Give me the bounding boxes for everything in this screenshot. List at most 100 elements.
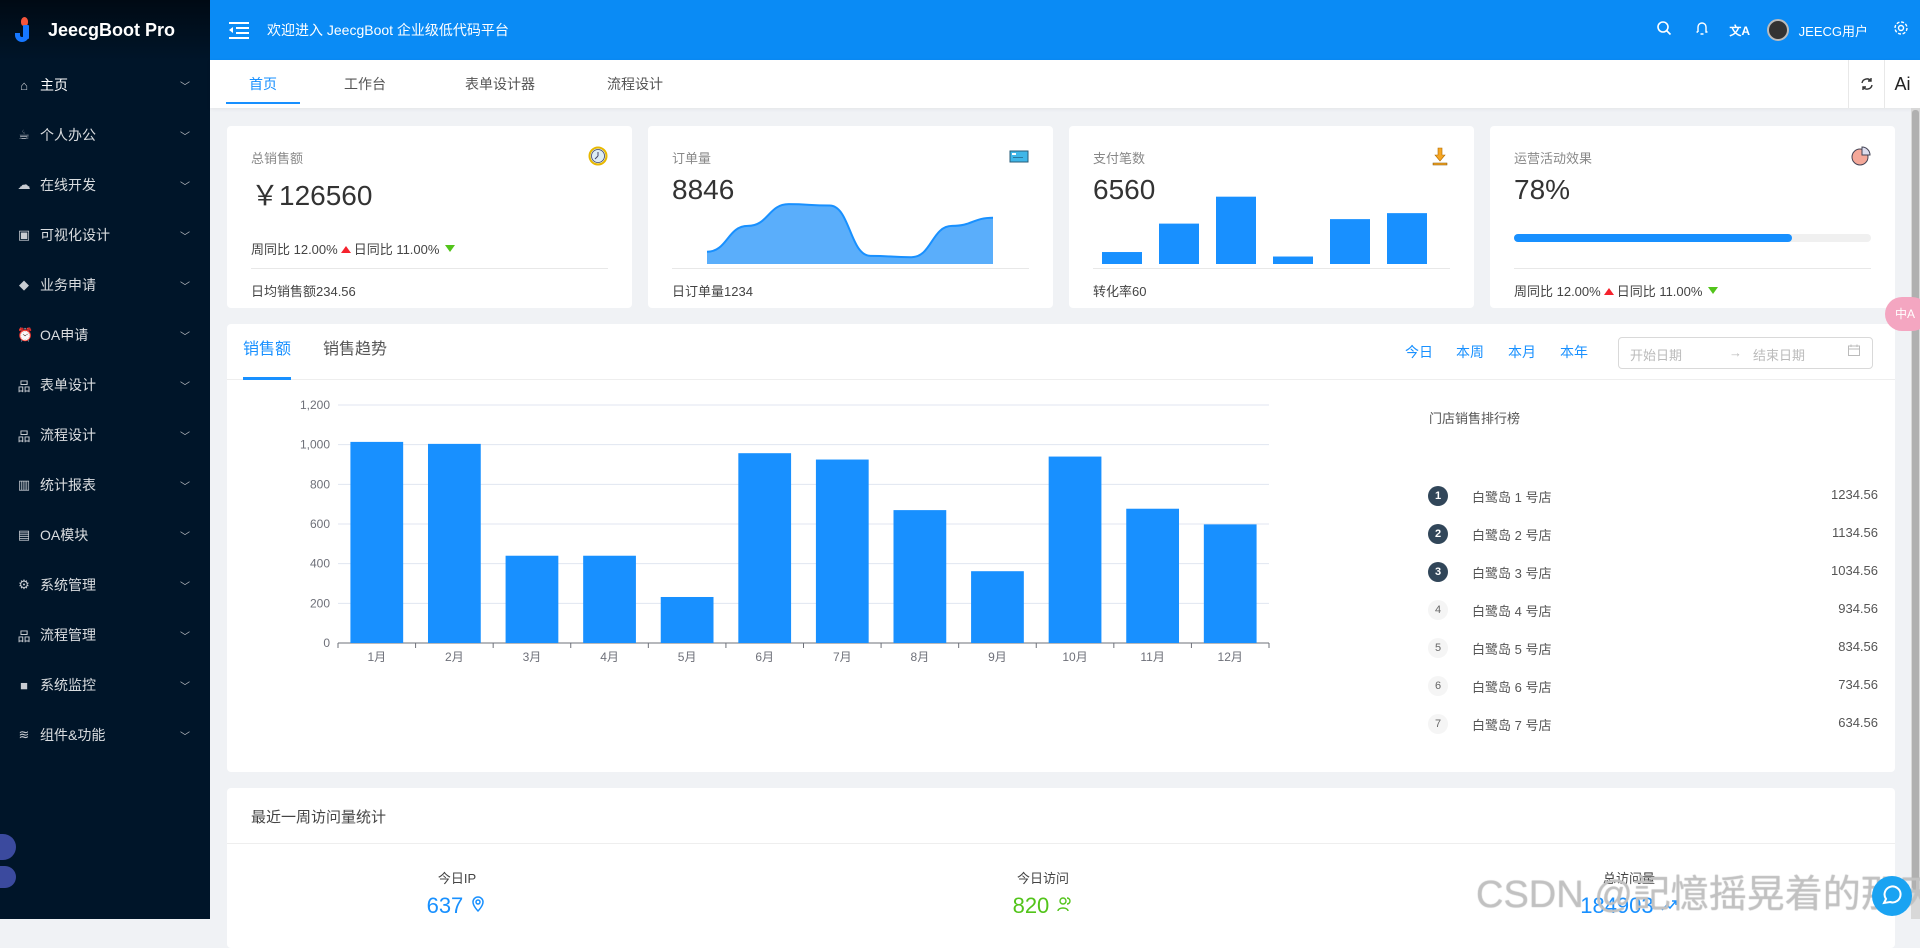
sidebar-item-10[interactable]: ⚙ 系统管理 ﹀ [0,560,210,610]
store-value: 734.56 [1838,677,1878,692]
y-tick-label: 1,200 [300,398,330,412]
range-today[interactable]: 今日 [1405,342,1433,362]
chevron-down-icon: ﹀ [180,381,190,393]
sidebar-item-3[interactable]: ▣ 可视化设计 ﹀ [0,210,210,260]
file-icon: ▤ [17,527,31,542]
translate-icon[interactable]: 文A [1721,22,1759,39]
bar-10月[interactable] [1048,456,1102,643]
avatar[interactable] [1766,19,1789,41]
range-arrow: → [1729,345,1742,360]
x-tick-label: 3月 [523,650,542,664]
end-date-input[interactable]: 结束日期 [1753,345,1805,364]
range-week[interactable]: 本周 [1456,342,1484,362]
sidebar-item-5[interactable]: ⏰ OA申请 ﹀ [0,310,210,360]
range-month[interactable]: 本月 [1508,342,1536,362]
x-tick-label: 1月 [367,650,386,664]
tab-workbench[interactable]: 工作台 [310,60,420,108]
stat-value: 820 [1012,893,1050,918]
x-tick-label: 2月 [445,650,464,664]
refresh-button[interactable] [1848,60,1884,108]
sales-tabs: 销售额 销售趋势 今日 本周 本月 本年 开始日期 → 结束日期 [227,324,1895,380]
card-orders: 订单量 8846 日订单量1234 [648,126,1053,308]
calendar-icon[interactable] [1847,343,1861,360]
dashboard-content: 总销售额 ￥126560 周同比 12.00% 日同比 11.00% 日均销售额2… [210,108,1910,948]
menu-fold-icon[interactable] [229,22,249,39]
location-icon [472,896,485,913]
sidebar-item-12[interactable]: ■ 系统监控 ﹀ [0,660,210,710]
bar-9月[interactable] [971,571,1024,643]
bar-8月[interactable] [893,510,947,643]
settings-icon[interactable] [1882,20,1920,41]
chevron-down-icon: ﹀ [180,431,190,443]
sidebar-item-label: 主页 [40,77,68,93]
store-value: 634.56 [1838,715,1878,730]
sidebar-item-4[interactable]: ◆ 业务申请 ﹀ [0,260,210,310]
watermark: CSDN @記憶摇晃着的那天 [1476,874,1920,916]
y-tick-label: 400 [310,557,330,571]
sidebar-item-8[interactable]: ▥ 统计报表 ﹀ [0,460,210,510]
bar-2月[interactable] [427,443,481,643]
sidebar-item-7[interactable]: 品流程设计 ﹀ [0,410,210,460]
chevron-down-icon: ﹀ [180,631,190,643]
x-tick-label: 9月 [988,650,1007,664]
coffee-icon: ☕ [18,127,30,142]
sidebar-item-11[interactable]: 品流程管理 ﹀ [0,610,210,660]
tab-home[interactable]: 首页 [226,60,300,108]
mini-bar [1273,256,1313,264]
range-year[interactable]: 本年 [1560,342,1588,362]
sidebar-item-2[interactable]: ☁ 在线开发 ﹀ [0,160,210,210]
area-fill [707,204,993,264]
store-name: 白鹭岛 2 号店 [1472,528,1552,543]
bar-12月[interactable] [1203,524,1257,643]
chevron-down-icon: ﹀ [180,481,190,493]
store-name: 白鹭岛 5 号店 [1472,642,1552,657]
floating-ball[interactable] [0,834,16,860]
search-icon[interactable] [1645,20,1683,41]
page-scrollbar[interactable] [1911,108,1920,919]
down-arrow-icon [1708,287,1719,294]
x-tick-label: 7月 [833,650,852,664]
bar-11月[interactable] [1126,508,1180,643]
bar-7月[interactable] [815,459,869,643]
rank-badge: 4 [1428,600,1448,620]
ranking-item: 2 白鹭岛 2 号店 1134.56 [1428,522,1878,546]
tab-sales-trend[interactable]: 销售趋势 [323,324,387,380]
bar-5月[interactable] [660,596,714,643]
card-title: 支付笔数 [1093,151,1146,166]
x-tick-label: 12月 [1218,650,1243,664]
sidebar-item-1[interactable]: ☕ 个人办公 ﹀ [0,110,210,160]
sidebar-item-9[interactable]: ▤ OA模块 ﹀ [0,510,210,560]
bell-icon[interactable] [1683,20,1721,41]
up-arrow-icon [1603,288,1614,295]
ai-button[interactable]: Ai [1884,60,1920,108]
app-logo[interactable]: JeecgBoot Pro [0,0,210,60]
sidebar-item-6[interactable]: 品表单设计 ﹀ [0,360,210,410]
sidebar-item-label: 统计报表 [40,477,96,493]
start-date-input[interactable]: 开始日期 [1630,345,1682,364]
user-name[interactable]: JEECG用户 [1799,21,1868,40]
tab-form-designer[interactable]: 表单设计器 [430,60,570,108]
sidebar-item-0[interactable]: ⌂ 主页 ﹀ [0,60,210,110]
bar-1月[interactable] [350,441,404,643]
store-name: 白鹭岛 6 号店 [1472,680,1552,695]
bar-3月[interactable] [505,555,559,643]
rank-badge: 1 [1428,486,1448,506]
date-range-picker[interactable]: 开始日期 → 结束日期 [1618,337,1873,369]
ranking-item: 6 白鹭岛 6 号店 734.56 [1428,674,1878,698]
tab-flow-design[interactable]: 流程设计 [570,60,700,108]
sidebar-item-label: 在线开发 [40,177,96,193]
y-tick-label: 200 [310,596,330,610]
chevron-down-icon: ﹀ [180,131,190,143]
day-compare: 日同比 11.00% [1616,284,1703,299]
tab-sales-amount[interactable]: 销售额 [243,324,292,380]
video-camera-icon: ■ [20,677,28,693]
bar-6月[interactable] [738,453,792,643]
scrollbar-thumb[interactable] [1912,110,1919,890]
bar-4月[interactable] [583,555,636,643]
flow-icon: 品 [17,428,31,444]
chat-float-button[interactable] [1872,876,1912,916]
sidebar-item-13[interactable]: ≋ 组件&功能 ﹀ [0,710,210,760]
floating-ball-toggle[interactable] [0,866,16,888]
translate-float-button[interactable]: 中A [1885,297,1920,331]
setting-icon: ⚙ [18,577,30,592]
